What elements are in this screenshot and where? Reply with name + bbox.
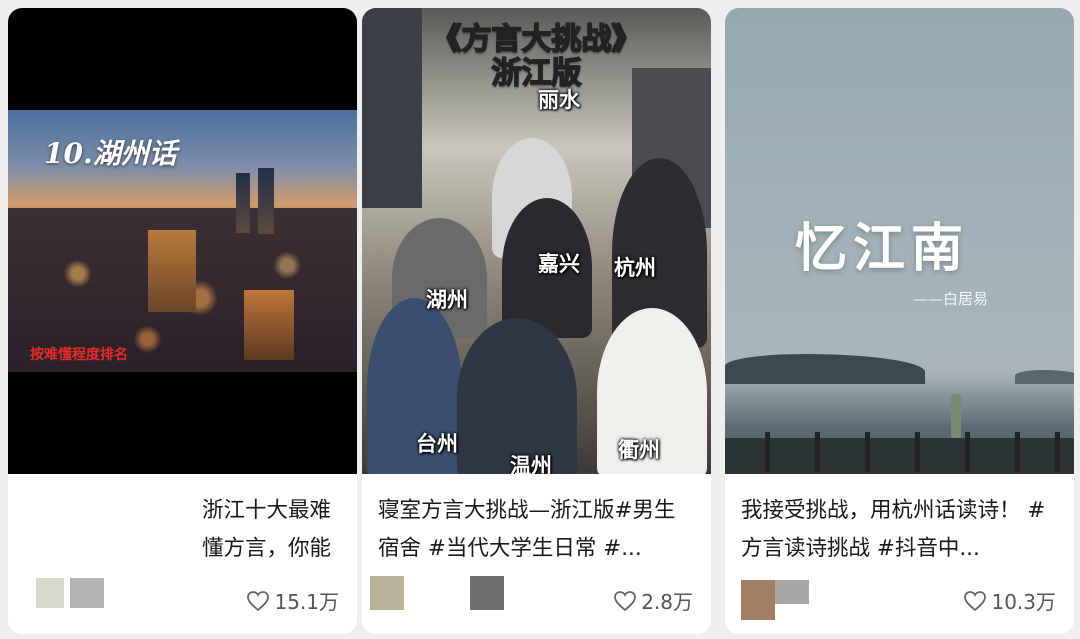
- video-thumbnail[interactable]: 忆江南 ——白居易: [725, 8, 1074, 474]
- overlay-subtitle: 按难懂程度排名: [30, 347, 128, 363]
- pier: [725, 438, 1074, 474]
- label-jiaxing: 嘉兴: [538, 252, 580, 276]
- like-count[interactable]: 15.1万: [246, 586, 339, 615]
- heart-outline-icon[interactable]: [613, 590, 637, 612]
- like-count[interactable]: 2.8万: [613, 586, 693, 615]
- person-figure: [951, 394, 961, 438]
- video-thumbnail[interactable]: 10.湖州话 按难懂程度排名: [8, 8, 357, 474]
- label-lishui: 丽水: [538, 88, 580, 112]
- heart-outline-icon[interactable]: [246, 590, 270, 612]
- video-caption[interactable]: 寝室方言大挑战—浙江版#男生宿舍 #当代大学生日常 #...: [378, 492, 697, 568]
- label-huzhou: 湖州: [426, 288, 468, 312]
- label-taizhou: 台州: [416, 432, 458, 456]
- overlay-title-line2: 浙江版: [491, 55, 583, 92]
- avatar[interactable]: [741, 580, 775, 620]
- video-caption[interactable]: 我接受挑战，用杭州话读诗！ #方言读诗挑战 #抖音中...: [741, 492, 1060, 568]
- video-thumbnail[interactable]: 《方言大挑战》 浙江版 丽水 湖州 嘉兴 杭州 台州 温州 衢州: [362, 8, 711, 474]
- heart-outline-icon[interactable]: [963, 590, 987, 612]
- video-card-2[interactable]: 《方言大挑战》 浙江版 丽水 湖州 嘉兴 杭州 台州 温州 衢州 寝室方言大挑战…: [362, 8, 711, 634]
- video-caption[interactable]: 浙江十大最难懂方言，你能听懂几个?...: [24, 492, 343, 568]
- like-number: 10.3万: [991, 590, 1056, 614]
- like-number: 15.1万: [274, 590, 339, 614]
- overlay-title: 10.湖州话: [44, 137, 177, 170]
- poem-author: ——白居易: [913, 290, 989, 308]
- label-quzhou: 衢州: [618, 438, 660, 462]
- label-wenzhou: 温州: [510, 454, 552, 474]
- avatar[interactable]: [36, 578, 64, 608]
- like-number: 2.8万: [641, 590, 693, 614]
- label-hangzhou: 杭州: [614, 256, 656, 280]
- video-card-1[interactable]: 10.湖州话 按难懂程度排名 浙江十大最难懂方言，你能听懂几个?... 15.1…: [8, 8, 357, 634]
- like-count[interactable]: 10.3万: [963, 586, 1056, 615]
- video-card-3[interactable]: 忆江南 ——白居易 我接受挑战，用杭州话读诗！ #方言读诗挑战 #抖音中... …: [725, 8, 1074, 634]
- poem-title: 忆江南: [795, 218, 970, 279]
- avatar[interactable]: [370, 576, 404, 610]
